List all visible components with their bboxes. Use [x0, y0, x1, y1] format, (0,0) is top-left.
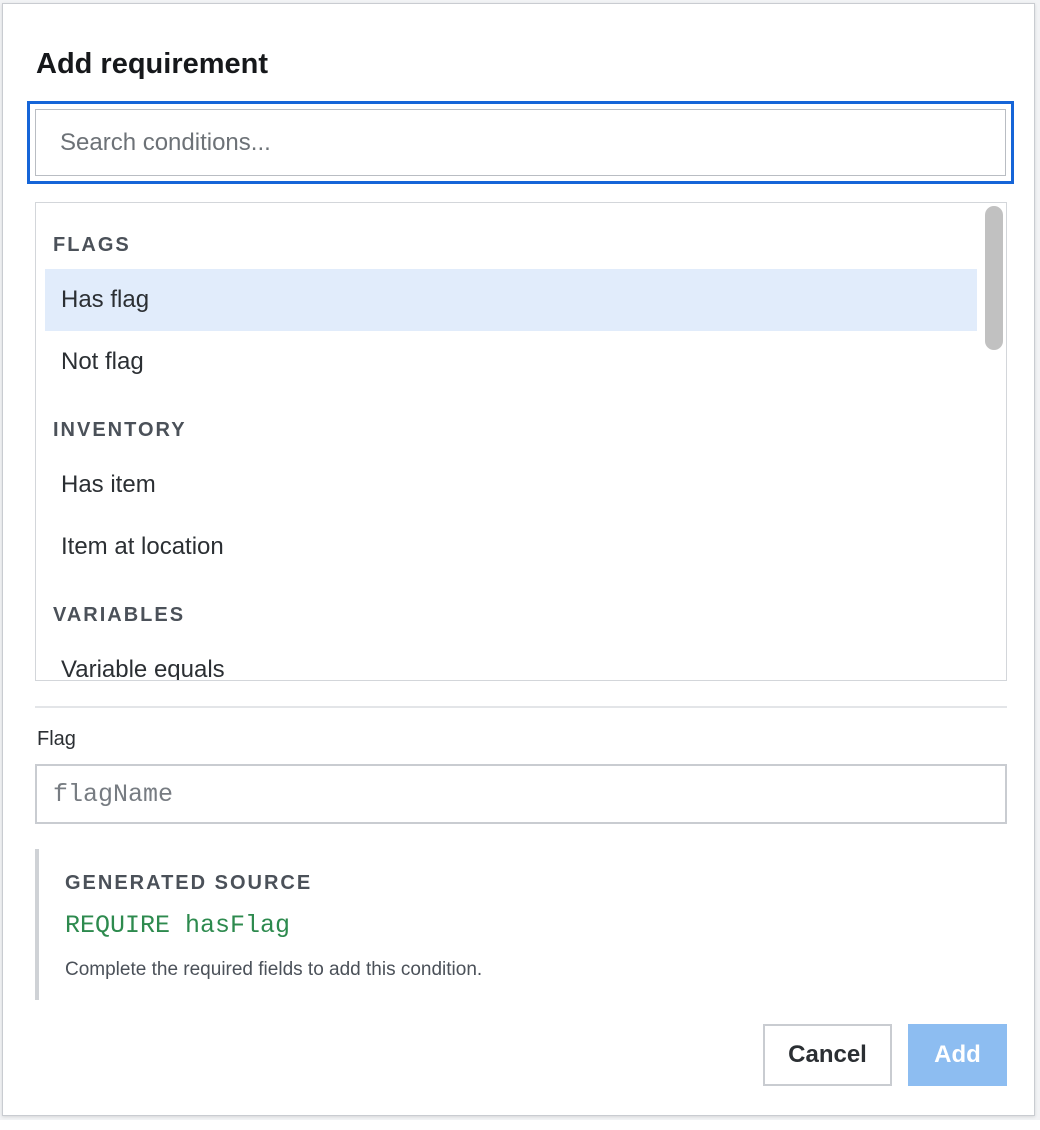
add-requirement-dialog: Add requirement FLAGS Has flag Not flag …: [2, 3, 1035, 1116]
conditions-list[interactable]: FLAGS Has flag Not flag INVENTORY Has it…: [35, 202, 1007, 681]
add-button[interactable]: Add: [908, 1024, 1007, 1086]
list-item-has-flag[interactable]: Has flag: [45, 269, 977, 331]
generated-source-hint: Complete the required fields to add this…: [65, 959, 483, 980]
section-divider: [35, 706, 1007, 708]
list-item-not-flag[interactable]: Not flag: [45, 331, 977, 393]
group-header-variables: VARIABLES: [53, 604, 186, 626]
list-item-has-item[interactable]: Has item: [45, 454, 977, 516]
generated-source-heading: GENERATED SOURCE: [65, 872, 313, 894]
flag-field-label: Flag: [37, 728, 76, 750]
generated-source-code: REQUIRE hasFlag: [65, 911, 291, 940]
generated-source-panel: GENERATED SOURCE REQUIRE hasFlag Complet…: [35, 849, 1007, 1000]
search-focus-ring: [27, 101, 1014, 184]
list-scrollbar[interactable]: [982, 203, 1006, 680]
cancel-button[interactable]: Cancel: [763, 1024, 892, 1086]
dialog-title: Add requirement: [36, 48, 269, 80]
list-scrollbar-thumb[interactable]: [985, 206, 1003, 350]
flag-name-input[interactable]: [35, 764, 1007, 824]
group-header-flags: FLAGS: [53, 234, 131, 256]
list-item-item-at-location[interactable]: Item at location: [45, 516, 977, 578]
list-item-variable-equals[interactable]: Variable equals: [45, 639, 977, 680]
group-header-inventory: INVENTORY: [53, 419, 187, 441]
search-conditions-input[interactable]: [35, 109, 1006, 176]
